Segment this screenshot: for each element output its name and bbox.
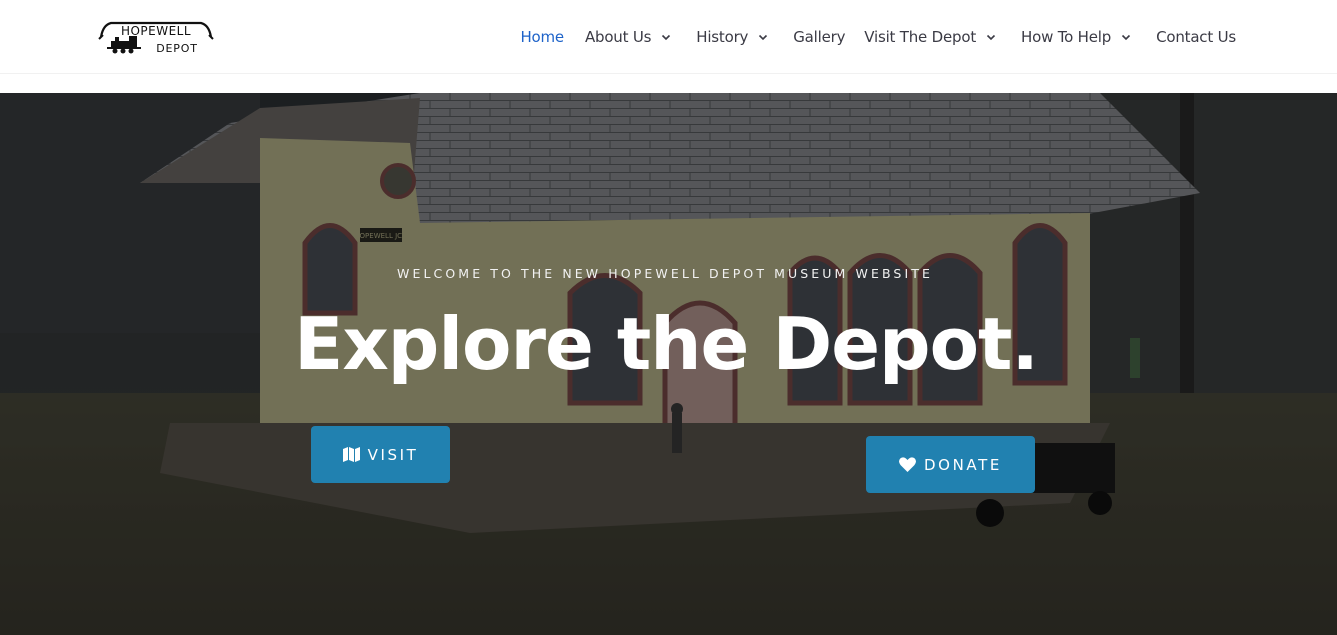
hero-kicker: WELCOME TO THE NEW HOPEWELL DEPOT MUSEUM…	[397, 266, 933, 281]
chevron-down-icon	[757, 31, 769, 43]
visit-button-label: VISIT	[367, 445, 419, 464]
hero-section: HOPEWELL JCT. WELCOME TO THE NEW HOPEWEL…	[0, 93, 1337, 635]
hopewell-depot-logo-icon: HOPEWELL DEPOT	[98, 21, 214, 55]
chevron-down-icon	[660, 31, 672, 43]
nav-item-about-us[interactable]: About Us	[585, 28, 680, 46]
site-header: HOPEWELL DEPOT Home About Us History Gal…	[0, 0, 1337, 74]
nav-item-contact-us[interactable]: Contact Us	[1156, 28, 1236, 46]
chevron-down-icon	[1120, 31, 1132, 43]
svg-text:DEPOT: DEPOT	[156, 42, 197, 55]
nav-item-home[interactable]: Home	[520, 28, 564, 46]
nav-label: How To Help	[1021, 28, 1112, 46]
heart-icon	[899, 457, 917, 472]
donate-button-label: DONATE	[924, 455, 1002, 474]
nav-label: Visit The Depot	[864, 28, 977, 46]
hero-title: Explore the Depot.	[294, 302, 1039, 386]
chevron-down-icon	[985, 31, 997, 43]
nav-item-gallery[interactable]: Gallery	[793, 28, 845, 46]
nav-label: About Us	[584, 28, 652, 46]
map-icon	[342, 447, 360, 462]
nav-label: Contact Us	[1156, 28, 1236, 46]
nav-label: History	[696, 28, 749, 46]
site-logo[interactable]: HOPEWELL DEPOT	[97, 17, 215, 57]
svg-text:HOPEWELL: HOPEWELL	[121, 24, 191, 38]
main-nav: Home About Us History Gallery Visit The …	[504, 0, 1236, 74]
nav-item-visit-the-depot[interactable]: Visit The Depot	[864, 28, 1005, 46]
nav-label: Gallery	[793, 28, 846, 46]
nav-item-how-to-help[interactable]: How To Help	[1021, 28, 1140, 46]
nav-label: Home	[520, 28, 564, 46]
donate-button[interactable]: DONATE	[866, 436, 1035, 493]
visit-button[interactable]: VISIT	[311, 426, 450, 483]
nav-item-history[interactable]: History	[696, 28, 777, 46]
